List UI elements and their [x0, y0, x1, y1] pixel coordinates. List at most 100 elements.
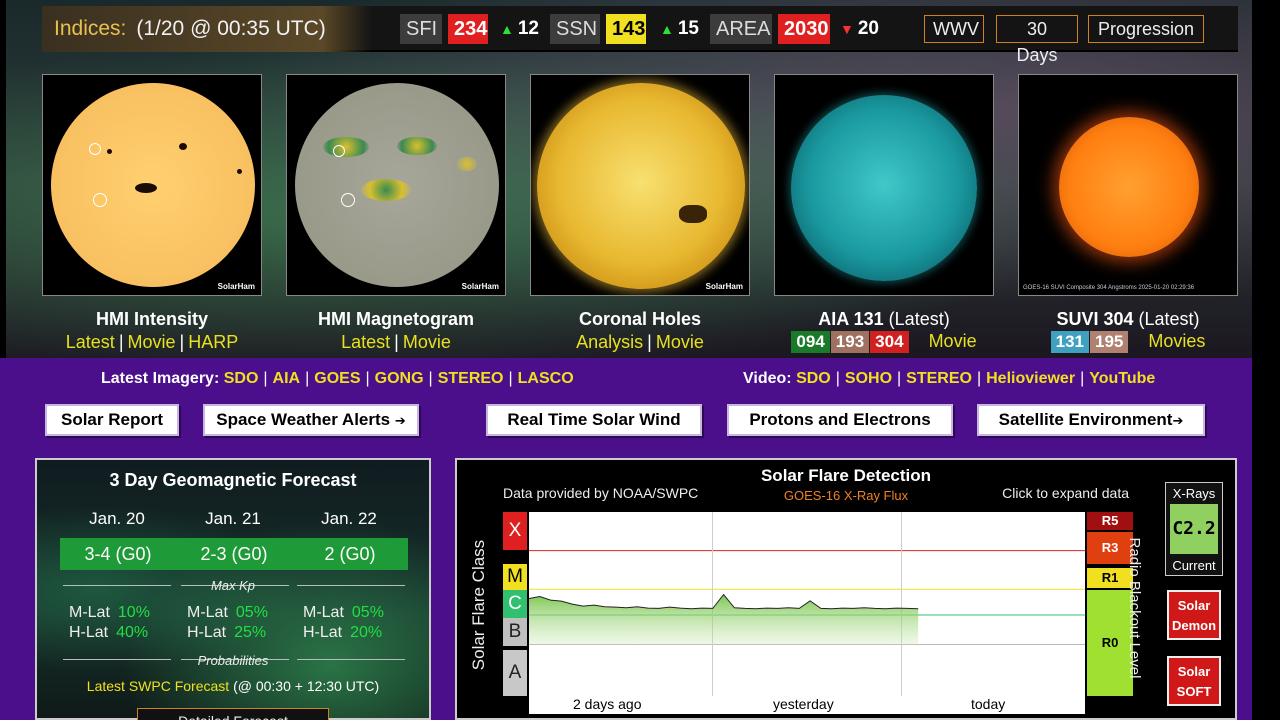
wavelength-304[interactable]: 304 [870, 331, 909, 353]
aia-131-title: AIA 131 (Latest) [818, 309, 950, 329]
aia-wavelength-links: 094 193 304 Movie [764, 331, 1004, 353]
geo-title: 3 Day Geomagnetic Forecast [109, 470, 357, 490]
hmi-magnetogram-image[interactable]: SolarHam [286, 74, 506, 296]
stereo-link[interactable]: STEREO [438, 370, 504, 387]
protons-electrons-button[interactable]: Protons and Electrons [727, 404, 953, 436]
movie-link[interactable]: Movie [403, 332, 451, 352]
movie-link[interactable]: Movie [929, 331, 977, 351]
area-delta: ▼ 20 [840, 18, 879, 39]
indices-time: (1/20 @ 00:35 UTC) [136, 17, 326, 40]
ssn-name: SSN [550, 14, 600, 44]
xray-label: X-Rays [1172, 486, 1216, 501]
r5-level: R5 [1087, 512, 1133, 530]
max-kp-label: Max Kp [210, 578, 256, 593]
latest-suffix[interactable]: (Latest) [1139, 309, 1200, 329]
indices-bar: Indices: (1/20 @ 00:35 UTC) SFI 234 ▲ 12 S… [42, 6, 1238, 65]
detailed-forecast-button[interactable]: Detailed Forecast [137, 708, 329, 720]
xray-current-box[interactable]: X-Rays C2.2 Current [1165, 482, 1223, 576]
x-tick-label: today [971, 696, 1006, 712]
x-tick-label: 2 days ago [573, 696, 642, 712]
gong-link[interactable]: GONG [375, 370, 424, 387]
latest-suffix[interactable]: (Latest) [889, 309, 950, 329]
hlat-row: H-Lat 20% [303, 624, 383, 641]
movie-link[interactable]: Movie [656, 332, 704, 352]
xray-value: C2.2 [1170, 504, 1218, 554]
video-sdo-link[interactable]: SDO [796, 370, 831, 387]
arrow-right-icon: ➔ [394, 413, 406, 428]
xray-flux-plot[interactable] [528, 512, 1085, 696]
y-axis-label: Solar Flare Class [469, 539, 488, 671]
hlat-row: H-Lat 40% [69, 624, 149, 641]
area-value[interactable]: 2030 [778, 14, 830, 44]
video-soho-link[interactable]: SOHO [845, 370, 892, 387]
magnetic-region [457, 157, 477, 171]
series-layer [528, 593, 919, 645]
kp-badge: 2-3 (G0) [176, 538, 292, 570]
progression-link[interactable]: Progression [1088, 15, 1204, 43]
region-marker [93, 193, 107, 207]
solar-demon-button[interactable]: Solar Demon [1167, 590, 1221, 640]
geomagnetic-forecast-panel: 3 Day Geomagnetic Forecast Jan. 20 Jan. … [35, 458, 431, 720]
magnetic-region [397, 137, 437, 155]
indices-label-box: Indices: (1/20 @ 00:35 UTC) [42, 6, 372, 52]
solarham-tag: SolarHam [217, 282, 255, 291]
sun-disk [537, 83, 745, 289]
solar-flare-panel[interactable]: Solar Flare Detection Data provided by N… [455, 458, 1237, 720]
wavelength-131[interactable]: 131 [1050, 331, 1089, 353]
region-marker [341, 193, 355, 207]
wavelength-094[interactable]: 094 [791, 331, 830, 353]
swpc-forecast-row: Latest SWPC Forecast (@ 00:30 + 12:30 UT… [86, 678, 380, 694]
sun-disk [1059, 117, 1199, 257]
helioviewer-link[interactable]: Helioviewer [986, 370, 1075, 387]
latest-link[interactable]: Latest [341, 332, 390, 352]
region-marker [333, 145, 345, 157]
suvi-304-title: SUVI 304 (Latest) [1056, 309, 1200, 329]
area-name: AREA [710, 14, 772, 44]
movies-link[interactable]: Movies [1148, 331, 1205, 351]
sfi-name: SFI [400, 14, 442, 44]
video-stereo-link[interactable]: STEREO [906, 370, 972, 387]
swpc-forecast-link[interactable]: Latest SWPC Forecast [87, 678, 229, 694]
wwv-link[interactable]: WWV [924, 15, 984, 43]
youtube-link[interactable]: YouTube [1089, 370, 1155, 387]
flux-area [529, 594, 919, 645]
thirty-days-link[interactable]: 30 Days [996, 15, 1078, 65]
satellite-environment-button[interactable]: Satellite Environment➔ [977, 404, 1205, 436]
arrow-right-icon: ➔ [1172, 413, 1184, 428]
probabilities-label: Probabilities [197, 653, 269, 668]
sfi-value[interactable]: 234 [448, 14, 488, 44]
lasco-link[interactable]: LASCO [518, 370, 574, 387]
radio-blackout-label: Radio Blackout Level [1126, 537, 1143, 679]
suvi-wavelength-links: 131 195 Movies [1008, 331, 1248, 353]
latest-imagery-row: Latest Imagery: SDO | AIA | GOES | GONG | STEREO… [101, 370, 574, 387]
coronal-holes-links: Analysis | Movie [576, 332, 704, 352]
sunspot [179, 143, 187, 150]
mlat-row: M-Lat 10% [69, 604, 150, 621]
kp-badge: 3-4 (G0) [60, 538, 176, 570]
expand-data-link[interactable]: Click to expand data [1002, 485, 1129, 501]
analysis-link[interactable]: Analysis [576, 332, 643, 352]
forecast-date: Jan. 21 [205, 509, 261, 528]
solar-report-button[interactable]: Solar Report [45, 404, 179, 436]
forecast-date: Jan. 20 [89, 509, 145, 528]
suvi-304-image[interactable]: GOES-16 SUVI Composite 304 Angstroms 202… [1018, 74, 1238, 296]
wavelength-193[interactable]: 193 [830, 331, 870, 353]
latest-link[interactable]: Latest [66, 332, 115, 352]
solar-wind-button[interactable]: Real Time Solar Wind [486, 404, 702, 436]
coronal-hole [679, 205, 707, 223]
hmi-intensity-image[interactable]: SolarHam [42, 74, 262, 296]
aia-link[interactable]: AIA [273, 370, 301, 387]
solar-soft-button[interactable]: Solar SOFT [1167, 656, 1221, 706]
solarham-tag: SolarHam [705, 282, 743, 291]
movie-link[interactable]: Movie [128, 332, 176, 352]
ssn-value[interactable]: 143 [606, 14, 646, 44]
wavelength-195[interactable]: 195 [1089, 331, 1129, 353]
sunspot [237, 169, 242, 174]
coronal-holes-image[interactable]: SolarHam [530, 74, 750, 296]
ssn-delta: ▲ 15 [660, 18, 699, 39]
sdo-link[interactable]: SDO [224, 370, 259, 387]
goes-link[interactable]: GOES [314, 370, 360, 387]
harp-link[interactable]: HARP [188, 332, 238, 352]
aia-131-image[interactable] [774, 74, 994, 296]
space-weather-alerts-button[interactable]: Space Weather Alerts ➔ [203, 404, 419, 436]
